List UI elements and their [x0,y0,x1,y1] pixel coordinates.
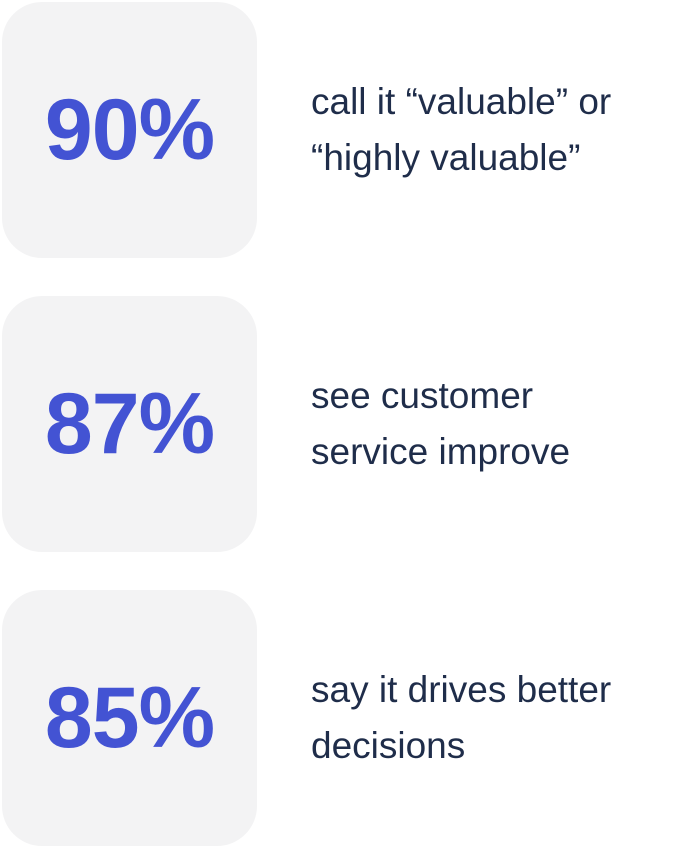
stat-value: 87% [44,376,215,472]
stat-row: 90% call it “valuable” or “highly valuab… [0,2,675,258]
stat-row: 87% see customer service improve [0,296,675,552]
stat-row: 85% say it drives better decisions [0,590,675,846]
stat-box: 87% [2,296,257,552]
stat-box: 90% [2,2,257,258]
stat-box: 85% [2,590,257,846]
stat-value: 90% [44,82,215,178]
stat-caption: call it “valuable” or “highly valuable” [311,81,612,178]
stat-caption: say it drives better decisions [311,669,612,766]
stat-value: 85% [44,670,215,766]
stat-caption: see customer service improve [311,375,571,472]
